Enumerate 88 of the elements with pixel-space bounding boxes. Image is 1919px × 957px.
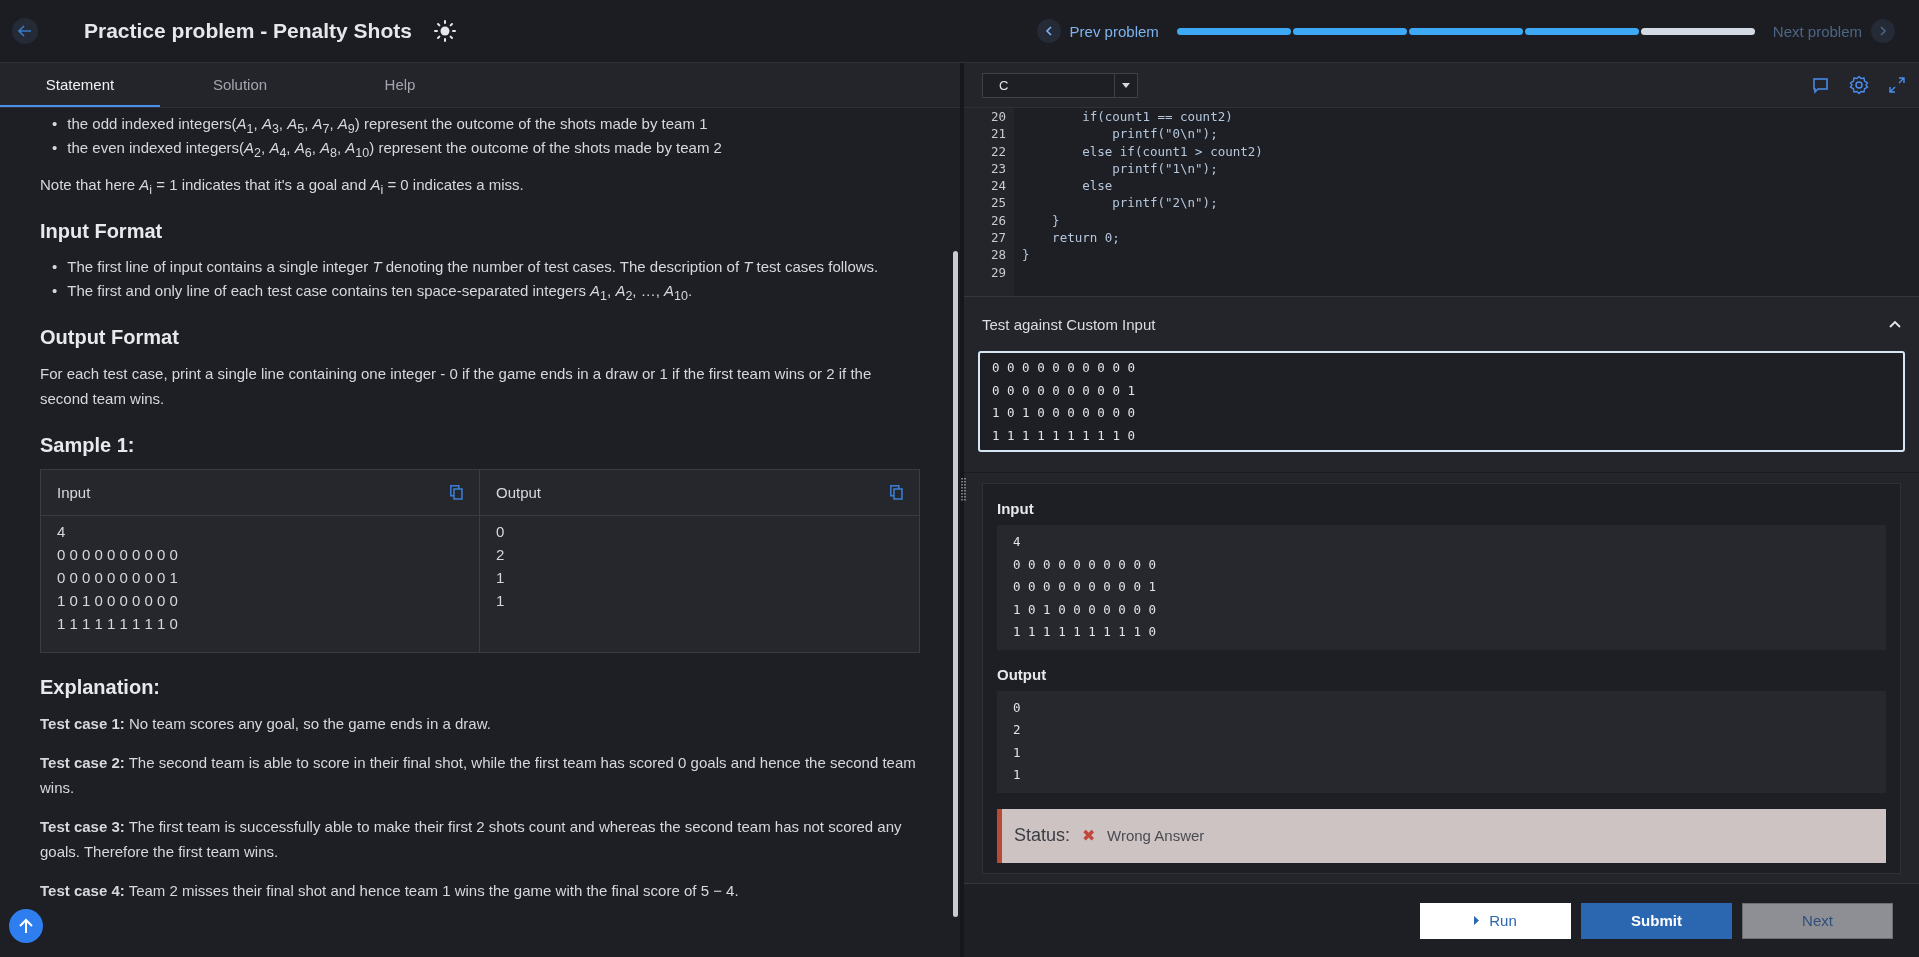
line-number: 23 — [989, 159, 1006, 178]
code-line: else if(count1 > count2) — [1081, 142, 1263, 160]
bullet: • — [52, 281, 58, 301]
sun-icon[interactable] — [433, 20, 456, 42]
sample-line: 1 — [496, 568, 506, 588]
bullet: • — [52, 138, 58, 158]
bullet: • — [52, 257, 58, 277]
sample-line: 0 — [496, 522, 506, 542]
code-line: } — [1022, 246, 1031, 264]
code-line: printf("1\n"); — [1111, 159, 1219, 178]
output-line: 2 — [1013, 721, 1022, 739]
input-line: 1 1 1 1 1 1 1 1 1 0 — [1013, 623, 1157, 641]
code-line: printf("0\n"); — [1111, 125, 1219, 143]
scroll-top-button[interactable] — [9, 909, 43, 943]
code-line: printf("2\n"); — [1111, 194, 1219, 212]
line-number: 27 — [989, 229, 1006, 247]
arrow-left-icon — [18, 25, 32, 37]
input-line: 4 — [1013, 533, 1022, 551]
sample-line: 0 0 0 0 0 0 0 0 0 0 — [57, 545, 179, 565]
tab[interactable]: Statement — [0, 63, 160, 107]
input-line: 0 0 0 0 0 0 0 0 0 0 — [1013, 555, 1157, 574]
section-heading: Explanation: — [40, 675, 161, 699]
line-number: 25 — [989, 194, 1006, 212]
play-icon — [1474, 916, 1480, 925]
bullet-item: the odd indexed integers(A$_{1}$, A$_{3}$, A$_{5}$, A$_{7}$, A$_{9}$) represent the outcome of the shots made by team 1 — [67, 114, 708, 136]
submit-button[interactable]: Submit — [1581, 902, 1732, 939]
column-header: Output — [496, 482, 542, 503]
sample-line: 1 — [496, 591, 506, 611]
column-header: Input — [57, 482, 91, 503]
line-number: 29 — [989, 263, 1006, 281]
input-line: 1 0 1 0 0 0 0 0 0 0 — [1013, 600, 1157, 619]
custom-input-toggle[interactable]: Test against Custom Input — [964, 297, 1919, 351]
caret-icon — [1122, 82, 1130, 88]
scrollbar[interactable] — [953, 251, 958, 917]
copy-icon[interactable] — [450, 485, 463, 500]
copy-icon[interactable] — [890, 485, 903, 500]
expand-icon[interactable] — [1889, 77, 1905, 93]
paragraph: Test case 4: Team 2 misses their final shot and hence team 1 wins the game with the final score of 5 − 4. — [40, 881, 740, 901]
output-label: Output — [997, 665, 1048, 683]
bullet-item: The first and only line of each test case contains ten space-separated integers A$_{1}$, A$_{2}$, …, A$_{10}$. — [67, 281, 693, 303]
tab[interactable]: Solution — [160, 63, 320, 107]
tab[interactable]: Help — [320, 63, 480, 107]
chat-icon[interactable] — [1812, 76, 1829, 94]
input-line: 0 0 0 0 0 0 0 0 0 1 — [1013, 578, 1157, 596]
paragraph: Test case 3: The first team is successfully able to make their first 2 shots count and whereas the second team has not scored any goals. Therefore the first team wins. — [40, 817, 903, 862]
paragraph: Test case 1: No team scores any goal, so the game ends in a draw. — [40, 714, 492, 734]
section-heading: Input Format — [40, 219, 164, 243]
code-line: if(count1 == count2) — [1081, 108, 1234, 126]
arrow-up-icon — [19, 918, 33, 934]
prev-problem-link[interactable]: Prev problem — [1036, 19, 1159, 43]
code-line: } — [1051, 211, 1061, 230]
custom-input-field[interactable]: 0 0 0 0 0 0 0 0 0 0 0 0 0 0 0 0 0 0 0 1 1 0 1 0 0 0 0 0 0 0 1 1 1 1 1 1 1 1 1 0 — [978, 351, 1905, 452]
code-line: return 0; — [1051, 229, 1121, 247]
settings-icon[interactable] — [1849, 75, 1869, 95]
section-heading: Output Format — [40, 325, 180, 349]
line-number: 28 — [989, 246, 1006, 264]
paragraph: For each test case, print a single line containing one integer - 0 if the game ends in a draw or 1 if the first team wins or 2 if the second team wins. — [40, 364, 873, 409]
line-number: 21 — [989, 125, 1006, 143]
output-line: 1 — [1013, 766, 1022, 784]
language-select[interactable]: C — [982, 72, 1138, 98]
chevron-icon — [1878, 25, 1888, 37]
line-number: 20 — [989, 108, 1006, 126]
sample-line: 1 0 1 0 0 0 0 0 0 0 — [57, 591, 179, 611]
line-number: 26 — [989, 211, 1006, 230]
section-heading: Sample 1: — [40, 433, 136, 457]
status-text: Wrong Answer — [1107, 827, 1205, 844]
code-line: else — [1081, 177, 1114, 195]
run-button[interactable]: Run — [1420, 902, 1571, 939]
output-line: 1 — [1013, 743, 1022, 762]
bullet: • — [52, 114, 58, 134]
paragraph: Note that here A$_{i}$ = 1 indicates that it's a goal and A$_{i}$ = 0 indicates a miss. — [40, 175, 525, 197]
sample-line: 1 1 1 1 1 1 1 1 1 0 — [57, 614, 179, 634]
line-number: 22 — [989, 142, 1006, 160]
paragraph: Test case 2: The second team is able to score in their final shot, while the first team has scored 0 goals and hence the second team wins. — [40, 753, 917, 798]
sample-line: 2 — [496, 545, 506, 565]
output-line: 0 — [1013, 698, 1022, 717]
resize-handle[interactable] — [961, 478, 967, 502]
line-number: 24 — [989, 177, 1006, 195]
sample-line: 4 — [57, 522, 67, 542]
page-title: Practice problem - Penalty Shots — [84, 19, 412, 43]
cross-icon: ✖ — [1082, 826, 1096, 845]
back-button[interactable] — [12, 18, 38, 44]
bullet-item: the even indexed integers(A$_{2}$, A$_{4}$, A$_{6}$, A$_{8}$, A$_{10}$) represent the outcome of the shots made by team 2 — [67, 138, 722, 160]
input-label: Input — [997, 500, 1035, 517]
chevron-icon — [1043, 25, 1054, 37]
sample-line: 0 0 0 0 0 0 0 0 0 1 — [57, 568, 179, 588]
bullet-item: The first line of input contains a single integer T denoting the number of test cases. The description of T test cases follows. — [67, 257, 879, 277]
status-label: Status: — [1014, 825, 1071, 846]
